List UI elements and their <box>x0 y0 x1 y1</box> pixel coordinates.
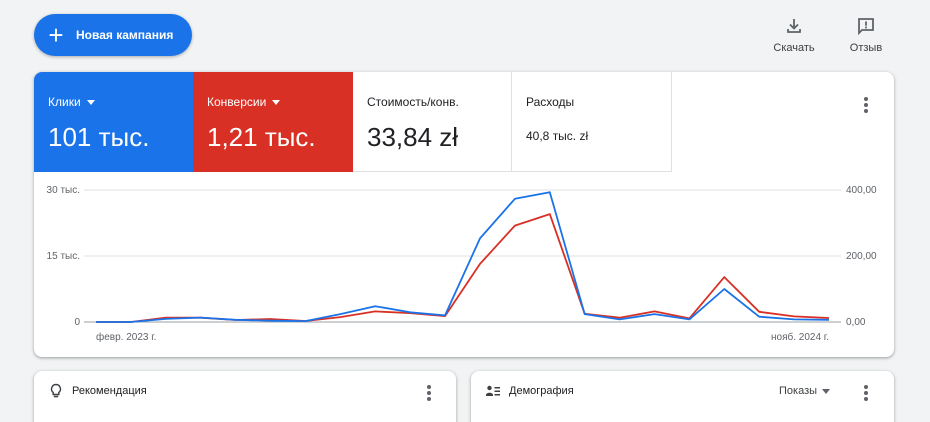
feedback-label: Отзыв <box>849 42 883 54</box>
download-icon <box>787 19 801 33</box>
demographics-title: Демография <box>509 385 574 397</box>
recommendation-card: Рекомендация <box>34 371 456 422</box>
metric-conversions-label: Конверсии <box>207 95 267 109</box>
x-axis-end-label: нояб. 2024 г. <box>771 331 829 343</box>
impressions-dropdown[interactable]: Показы <box>779 385 831 397</box>
impressions-dropdown-label: Показы <box>779 385 818 397</box>
left-axis-tick-label: 30 тыс. <box>47 185 80 196</box>
metric-clicks-value: 101 тыс. <box>48 122 150 152</box>
more-options-icon[interactable] <box>864 97 868 115</box>
performance-card: Клики 101 тыс. Конверсии 1,21 тыс. Стоим… <box>34 72 894 357</box>
left-axis-tick-label: 0 <box>74 317 80 328</box>
download-label: Скачать <box>773 42 815 54</box>
feedback-button[interactable]: Отзыв <box>845 16 887 54</box>
new-campaign-button[interactable]: + Новая кампания <box>34 14 192 56</box>
caret-down-icon <box>86 99 95 105</box>
metric-conversions-value: 1,21 тыс. <box>207 122 316 152</box>
metric-cost-per-conversion[interactable]: Стоимость/конв. 33,84 zł <box>353 72 512 172</box>
lightbulb-icon <box>50 383 62 398</box>
performance-chart: 0 15 тыс. 30 тыс. 0,00 200,00 400,00 февр. 202… <box>47 185 877 343</box>
clicks-series-line <box>96 191 830 323</box>
caret-down-icon <box>822 388 831 394</box>
right-axis-tick-label: 0,00 <box>846 317 866 328</box>
metric-cost-label: Стоимость/конв. <box>367 95 459 109</box>
metric-spend[interactable]: Расходы 40,8 тыс. zł <box>512 72 672 172</box>
plus-icon: + <box>48 20 64 50</box>
x-axis-start-label: февр. 2023 г. <box>96 331 156 343</box>
demographics-card: Демография Показы <box>471 371 894 422</box>
left-axis-tick-label: 15 тыс. <box>47 251 80 262</box>
recommendation-title: Рекомендация <box>72 385 147 397</box>
right-axis-tick-label: 200,00 <box>846 251 877 262</box>
caret-down-icon <box>272 99 281 105</box>
more-options-icon[interactable] <box>427 385 431 403</box>
feedback-icon <box>858 18 874 36</box>
metric-clicks-label: Клики <box>48 95 81 109</box>
metric-spend-label: Расходы <box>526 95 575 109</box>
conversions-series-line <box>96 213 830 323</box>
right-axis-tick-label: 400,00 <box>846 185 877 196</box>
new-campaign-label: Новая кампания <box>76 28 174 42</box>
metric-conversions[interactable]: Конверсии 1,21 тыс. <box>193 72 353 172</box>
metric-cost-value: 33,84 zł <box>367 122 459 152</box>
metric-clicks-selector[interactable]: Клики <box>48 95 95 109</box>
download-button[interactable]: Скачать <box>770 16 818 54</box>
more-options-icon[interactable] <box>864 385 868 403</box>
metric-conversions-selector[interactable]: Конверсии <box>207 95 281 109</box>
metric-clicks[interactable]: Клики 101 тыс. <box>34 72 193 172</box>
metric-spend-value: 40,8 тыс. zł <box>526 129 589 143</box>
demographics-icon <box>486 385 500 396</box>
